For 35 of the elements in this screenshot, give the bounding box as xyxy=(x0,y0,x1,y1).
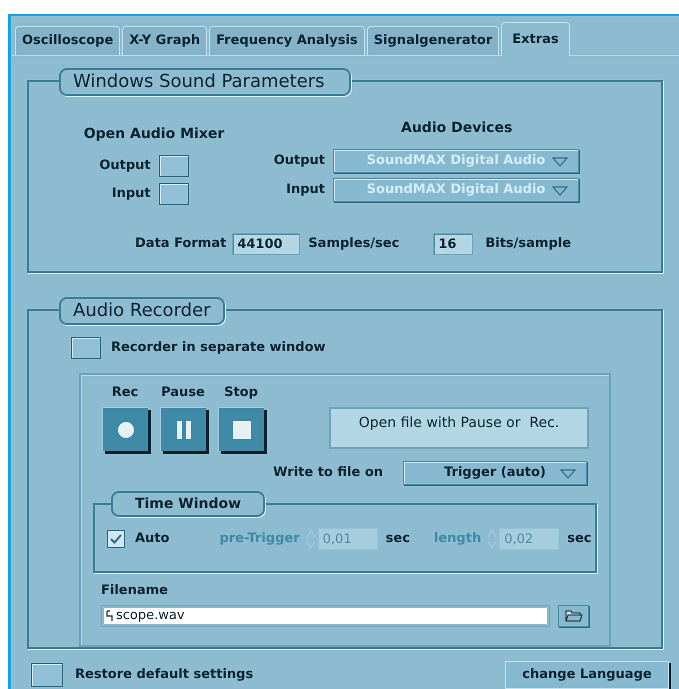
tab[interactable]: Oscilloscope xyxy=(15,26,120,55)
button-caption: Stop xyxy=(224,384,258,402)
tab[interactable]: X-Y Graph xyxy=(122,26,208,55)
button-caption: Pause xyxy=(161,384,205,402)
tab[interactable]: Extras xyxy=(501,22,570,56)
change-language-button[interactable]: change Language xyxy=(505,661,669,689)
field-label: Input xyxy=(286,181,325,200)
unit-label: Samples/sec xyxy=(308,235,400,254)
checkbox-label: Auto xyxy=(135,530,170,548)
sample-rate-field[interactable]: 44100 xyxy=(232,233,300,255)
tab[interactable]: Signalgenerator xyxy=(366,26,500,55)
field-label: Input xyxy=(112,185,151,204)
field-label: Write to file on xyxy=(273,464,383,482)
button-caption: Rec xyxy=(112,384,138,402)
field-label: pre-Trigger xyxy=(219,530,300,548)
field-label: Data Format xyxy=(135,235,226,254)
bit-depth-field[interactable]: 16 xyxy=(433,233,474,255)
filename-field[interactable]: scope.wav xyxy=(101,604,550,626)
unit-label: sec xyxy=(567,530,592,548)
section-title: Windows Sound Parameters xyxy=(59,68,351,96)
unit-label: Bits/sample xyxy=(485,235,572,254)
section-heading: Open Audio Mixer xyxy=(84,125,224,144)
trigger-dropdown[interactable]: Trigger (auto) xyxy=(403,461,587,485)
tab[interactable]: Frequency Analysis xyxy=(209,26,365,55)
unit-label: sec xyxy=(386,530,410,548)
field-label: length xyxy=(434,530,482,548)
field-label: Filename xyxy=(101,582,169,600)
status-message: Open file with Pause or Rec. xyxy=(329,407,589,449)
field-label: Output xyxy=(99,157,151,176)
toggle-label: Recorder in separate window xyxy=(111,339,326,358)
section-title: Time Window xyxy=(111,491,265,517)
section-heading: Audio Devices xyxy=(401,119,512,138)
section-title: Audio Recorder xyxy=(59,297,225,325)
button-caption: Restore default settings xyxy=(75,666,254,684)
field-label: Output xyxy=(274,152,325,170)
